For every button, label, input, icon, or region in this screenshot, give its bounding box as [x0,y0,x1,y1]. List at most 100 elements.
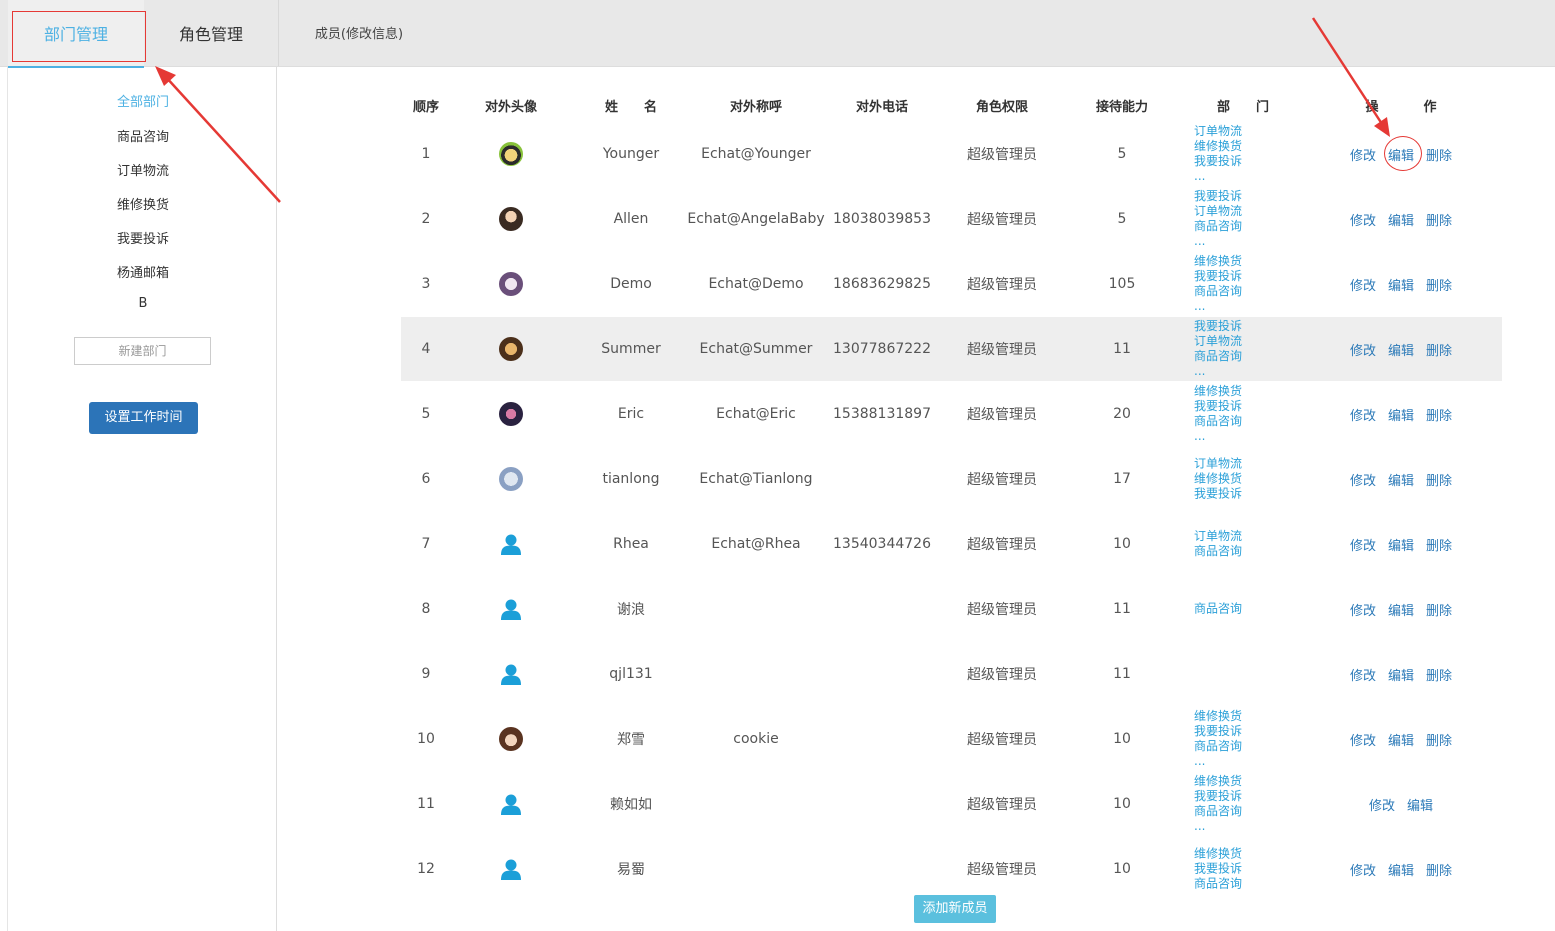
department-link[interactable]: 维修换货 [1194,472,1242,487]
department-link[interactable]: 维修换货 [1194,254,1242,269]
department-link[interactable]: 我要投诉 [1194,399,1242,414]
delete-link[interactable]: 删除 [1426,600,1452,619]
department-link[interactable]: 订单物流 [1194,334,1242,349]
tab-role-management[interactable]: 角色管理 [146,0,276,66]
department-link[interactable]: 商品咨询 [1194,804,1242,819]
department-link[interactable]: 维修换货 [1194,384,1242,399]
sidebar-item-mailbox[interactable]: 杨通邮箱 [8,262,278,281]
department-link[interactable]: 订单物流 [1194,204,1242,219]
sidebar-item-b[interactable]: B [8,296,278,311]
edit-link[interactable]: 编辑 [1388,340,1414,359]
tab-members[interactable]: 成员(修改信息) [278,0,439,66]
department-link[interactable]: 维修换货 [1194,709,1242,724]
cell-order: 12 [417,861,435,877]
delete-link[interactable]: 删除 [1426,860,1452,879]
edit-link[interactable]: 编辑 [1388,535,1414,554]
department-link[interactable]: 订单物流 [1194,457,1242,472]
edit-link[interactable]: 编辑 [1388,665,1414,684]
department-link[interactable]: 订单物流 [1194,124,1242,139]
cell-role: 超级管理员 [967,147,1037,163]
department-link[interactable]: 我要投诉 [1194,789,1242,804]
department-link[interactable]: 商品咨询 [1194,877,1242,892]
edit-link[interactable]: 编辑 [1388,730,1414,749]
department-link[interactable]: ... [1194,754,1242,769]
edit-link[interactable]: 编辑 [1388,600,1414,619]
department-link[interactable]: ... [1194,234,1242,249]
edit-info-link[interactable]: 修改 [1350,665,1376,684]
edit-link[interactable]: 编辑 [1388,275,1414,294]
department-link[interactable]: ... [1194,364,1242,379]
cell-capacity: 11 [1113,666,1131,682]
cell-capacity: 20 [1113,406,1131,422]
edit-info-link[interactable]: 修改 [1350,405,1376,424]
add-member-button[interactable]: 添加新成员 [914,895,996,923]
default-user-icon [499,597,523,621]
edit-info-link[interactable]: 修改 [1350,275,1376,294]
edit-link[interactable]: 编辑 [1388,405,1414,424]
cell-capacity: 10 [1113,861,1131,877]
cell-name: Rhea [613,536,649,552]
table-row: 3 Demo Echat@Demo 18683629825 超级管理员 105 维修换货 我要… [401,252,1502,316]
avatar [499,727,523,751]
department-link[interactable]: 维修换货 [1194,847,1242,862]
cell-role: 超级管理员 [967,537,1037,553]
edit-info-link[interactable]: 修改 [1350,145,1376,164]
sidebar-item-order-logistics[interactable]: 订单物流 [8,160,278,179]
department-link[interactable]: 商品咨询 [1194,284,1242,299]
department-link[interactable]: 订单物流 [1194,529,1242,544]
edit-link[interactable]: 编辑 [1388,210,1414,229]
delete-link[interactable]: 删除 [1426,275,1452,294]
department-link[interactable]: ... [1194,299,1242,314]
edit-info-link[interactable]: 修改 [1350,470,1376,489]
department-link[interactable]: 商品咨询 [1194,414,1242,429]
default-user-icon [499,792,523,816]
department-link[interactable]: 我要投诉 [1194,862,1242,877]
edit-info-link[interactable]: 修改 [1350,210,1376,229]
department-link[interactable]: 我要投诉 [1194,724,1242,739]
edit-info-link[interactable]: 修改 [1350,600,1376,619]
delete-link[interactable]: 删除 [1426,340,1452,359]
department-link[interactable]: 我要投诉 [1194,154,1242,169]
delete-link[interactable]: 删除 [1426,145,1452,164]
department-link[interactable]: 商品咨询 [1194,544,1242,559]
sidebar-item-repair-exchange[interactable]: 维修换货 [8,194,278,213]
cell-role: 超级管理员 [967,797,1037,813]
department-link[interactable]: 商品咨询 [1194,349,1242,364]
department-link[interactable]: 商品咨询 [1194,602,1242,617]
edit-info-link[interactable]: 修改 [1350,860,1376,879]
edit-info-link[interactable]: 修改 [1369,795,1395,814]
department-link[interactable]: 我要投诉 [1194,319,1242,334]
delete-link[interactable]: 删除 [1426,470,1452,489]
cell-order: 4 [421,341,431,357]
department-link[interactable]: 维修换货 [1194,774,1242,789]
edit-link[interactable]: 编辑 [1388,470,1414,489]
department-link[interactable]: 我要投诉 [1194,269,1242,284]
cell-role: 超级管理员 [967,667,1037,683]
cell-capacity: 10 [1113,536,1131,552]
department-link[interactable]: 商品咨询 [1194,219,1242,234]
sidebar-item-product-consult[interactable]: 商品咨询 [8,126,278,145]
department-link[interactable]: ... [1194,429,1242,444]
department-link[interactable]: 商品咨询 [1194,739,1242,754]
delete-link[interactable]: 删除 [1426,405,1452,424]
cell-role: 超级管理员 [967,407,1037,423]
edit-info-link[interactable]: 修改 [1350,535,1376,554]
delete-link[interactable]: 删除 [1426,730,1452,749]
edit-link[interactable]: 编辑 [1388,860,1414,879]
delete-link[interactable]: 删除 [1426,665,1452,684]
edit-info-link[interactable]: 修改 [1350,730,1376,749]
delete-link[interactable]: 删除 [1426,210,1452,229]
department-link[interactable]: ... [1194,819,1242,834]
edit-info-link[interactable]: 修改 [1350,340,1376,359]
edit-link[interactable]: 编辑 [1407,795,1433,814]
department-link[interactable]: 我要投诉 [1194,487,1242,502]
sidebar-item-all-departments[interactable]: 全部部门 [8,91,278,110]
department-link[interactable]: ... [1194,169,1242,184]
new-department-input[interactable]: 新建部门 [74,337,211,365]
set-work-time-button[interactable]: 设置工作时间 [89,402,198,434]
avatar [499,207,523,231]
delete-link[interactable]: 删除 [1426,535,1452,554]
department-link[interactable]: 我要投诉 [1194,189,1242,204]
department-link[interactable]: 维修换货 [1194,139,1242,154]
sidebar-item-complaints[interactable]: 我要投诉 [8,228,278,247]
